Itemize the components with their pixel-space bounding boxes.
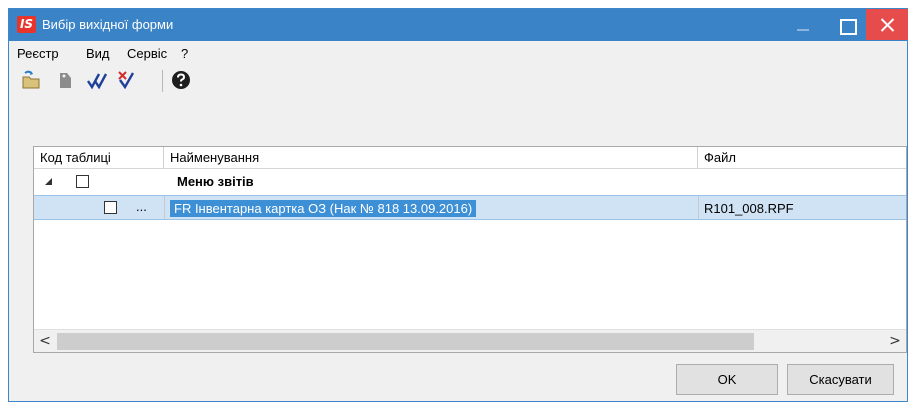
reports-grid: Код таблиці Найменування Файл Меню звіті… [33, 146, 907, 353]
scrollbar-thumb[interactable] [57, 333, 754, 350]
menu-service[interactable]: Сервіс [127, 46, 167, 61]
ok-button[interactable]: OK [676, 364, 778, 395]
column-header-file[interactable]: Файл [698, 147, 906, 168]
horizontal-scrollbar[interactable]: < > [34, 329, 906, 352]
menu-bar: Реєстр Вид Сервіс ? [9, 41, 907, 65]
row-file-cell: R101_008.RPF [704, 201, 794, 216]
menu-registry[interactable]: Реєстр [17, 46, 59, 61]
cancel-button[interactable]: Скасувати [787, 364, 894, 395]
expand-triangle-icon[interactable] [45, 178, 52, 185]
row-name-cell: FR Інвентарна картка ОЗ (Нак № 818 13.09… [170, 200, 477, 217]
grid-header: Код таблиці Найменування Файл [34, 147, 906, 169]
scroll-left-arrow-icon[interactable]: < [34, 330, 56, 352]
dialog-window: IS Вибір вихідної форми Реєстр Вид Серві… [8, 8, 908, 402]
table-row[interactable]: ... FR Інвентарна картка ОЗ (Нак № 818 1… [34, 195, 906, 220]
minimize-button[interactable] [783, 10, 823, 40]
close-button[interactable] [866, 9, 908, 40]
uncheck-all-icon[interactable] [115, 68, 139, 92]
open-folder-icon[interactable] [19, 68, 43, 92]
check-all-icon[interactable] [85, 68, 109, 92]
help-icon[interactable] [169, 68, 193, 92]
column-divider [698, 196, 699, 219]
group-label: Меню звітів [177, 174, 254, 189]
column-divider [164, 196, 165, 219]
title-bar[interactable]: IS Вибір вихідної форми [9, 9, 908, 41]
tag-icon [53, 68, 77, 92]
row-code-cell[interactable]: ... [130, 198, 162, 217]
app-logo-icon: IS [17, 16, 36, 33]
toolbar-separator [162, 70, 163, 92]
window-title: Вибір вихідної форми [42, 17, 174, 32]
column-header-code[interactable]: Код таблиці [34, 147, 164, 168]
menu-view[interactable]: Вид [86, 46, 110, 61]
row-checkbox[interactable] [104, 201, 117, 214]
menu-help[interactable]: ? [181, 46, 188, 61]
scroll-right-arrow-icon[interactable]: > [884, 330, 906, 352]
maximize-button[interactable] [827, 10, 867, 40]
group-checkbox[interactable] [76, 175, 89, 188]
column-header-name[interactable]: Найменування [164, 147, 698, 168]
toolbar [9, 65, 907, 95]
group-row[interactable]: Меню звітів [34, 169, 906, 194]
